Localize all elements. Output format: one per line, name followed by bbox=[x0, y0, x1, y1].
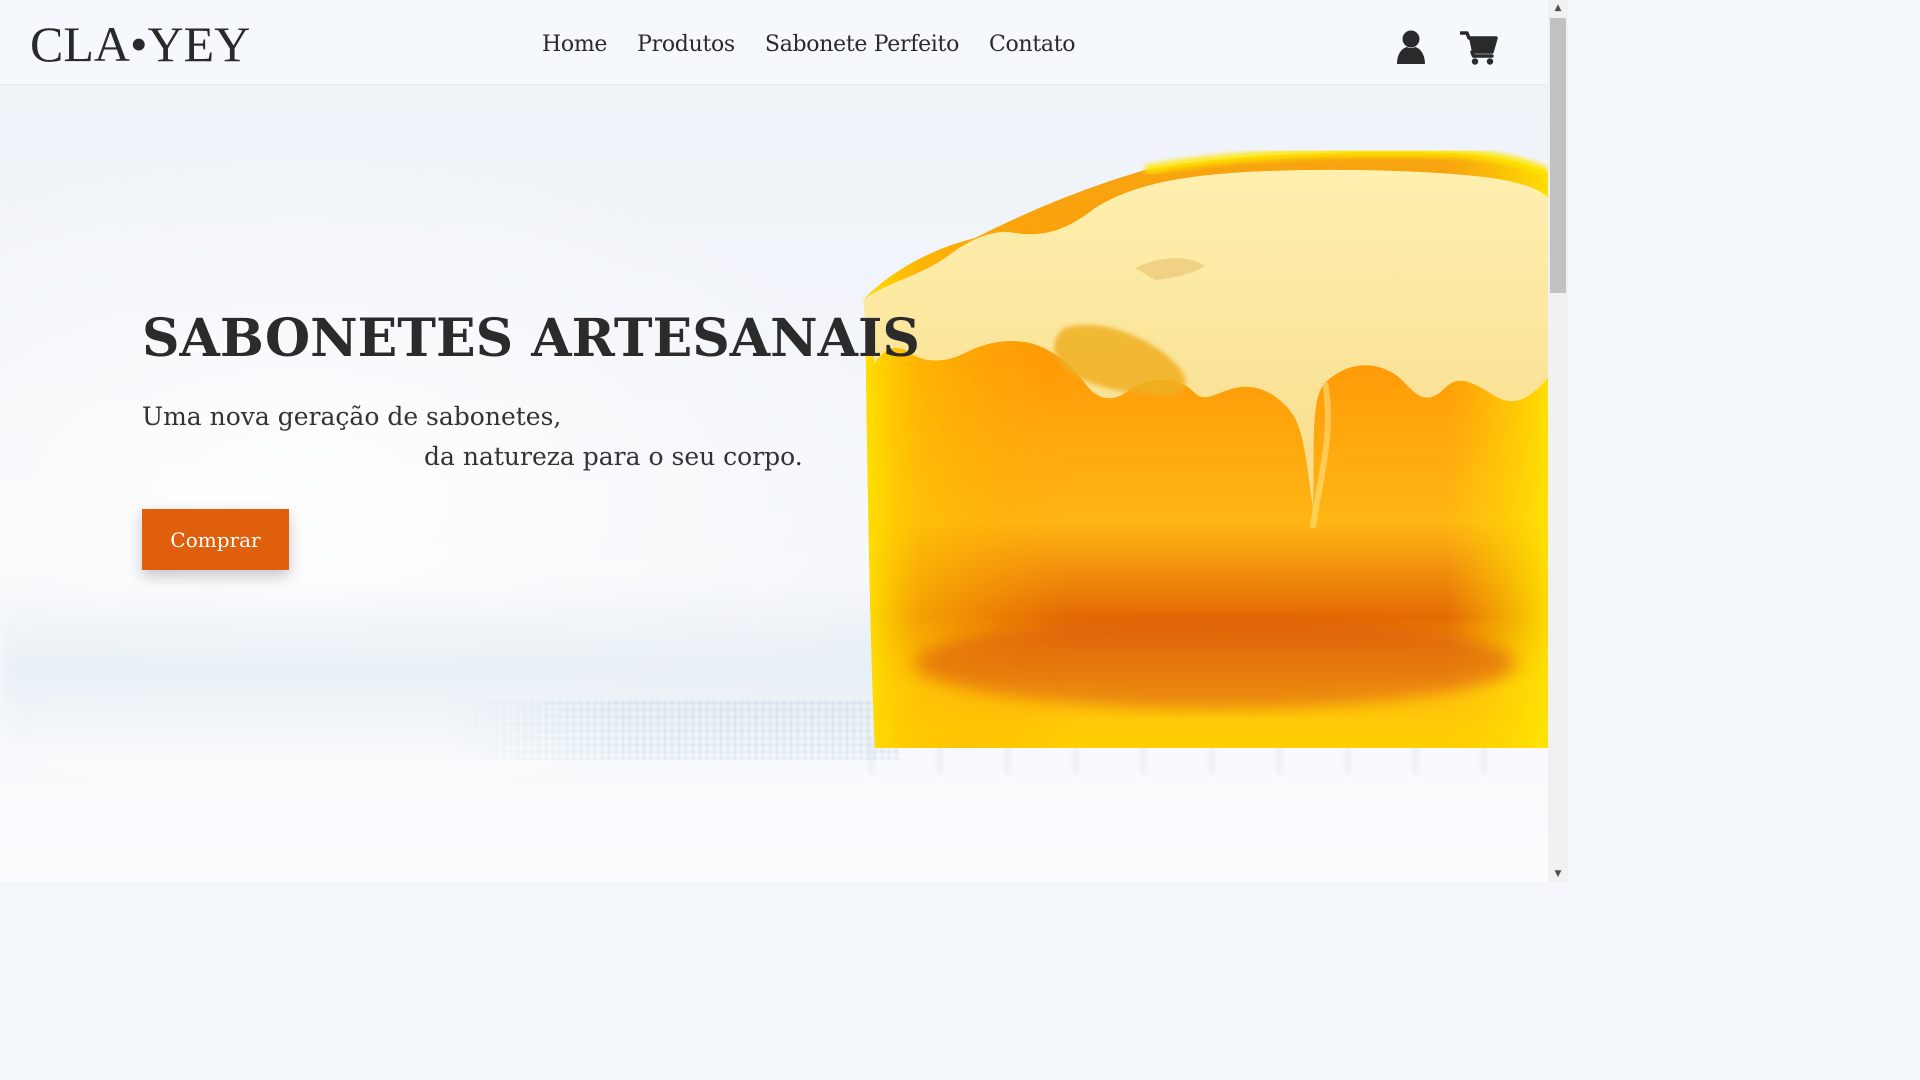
shopping-cart-icon[interactable] bbox=[1458, 28, 1498, 68]
scroll-thumb[interactable] bbox=[1550, 18, 1566, 293]
nav-home[interactable]: Home bbox=[542, 32, 607, 57]
hero-subtitle-line1: Uma nova geração de sabonetes, bbox=[142, 402, 562, 431]
brand-logo[interactable]: CLA•YEY bbox=[30, 14, 250, 74]
soap-image bbox=[863, 148, 1548, 748]
buy-button[interactable]: Comprar bbox=[142, 509, 289, 570]
scroll-down-arrow-icon[interactable]: ▼ bbox=[1548, 866, 1568, 882]
vertical-scrollbar[interactable]: ▲ ▼ bbox=[1548, 0, 1568, 882]
main-nav: Home Produtos Sabonete Perfeito Contato bbox=[542, 32, 1076, 57]
hero-section bbox=[0, 0, 1548, 882]
scroll-up-arrow-icon[interactable]: ▲ bbox=[1548, 0, 1568, 16]
user-icon[interactable] bbox=[1392, 28, 1432, 68]
site-header: CLA•YEY Home Produtos Sabonete Perfeito … bbox=[0, 0, 1548, 84]
page: CLA•YEY Home Produtos Sabonete Perfeito … bbox=[0, 0, 1568, 882]
hero-title: SABONETES ARTESANAIS bbox=[142, 308, 920, 369]
nav-produtos[interactable]: Produtos bbox=[637, 32, 735, 57]
background-mesh bbox=[440, 700, 900, 760]
hero-subtitle-line2: da natureza para o seu corpo. bbox=[424, 442, 803, 471]
nav-contato[interactable]: Contato bbox=[989, 32, 1076, 57]
nav-sabonete-perfeito[interactable]: Sabonete Perfeito bbox=[765, 32, 959, 57]
